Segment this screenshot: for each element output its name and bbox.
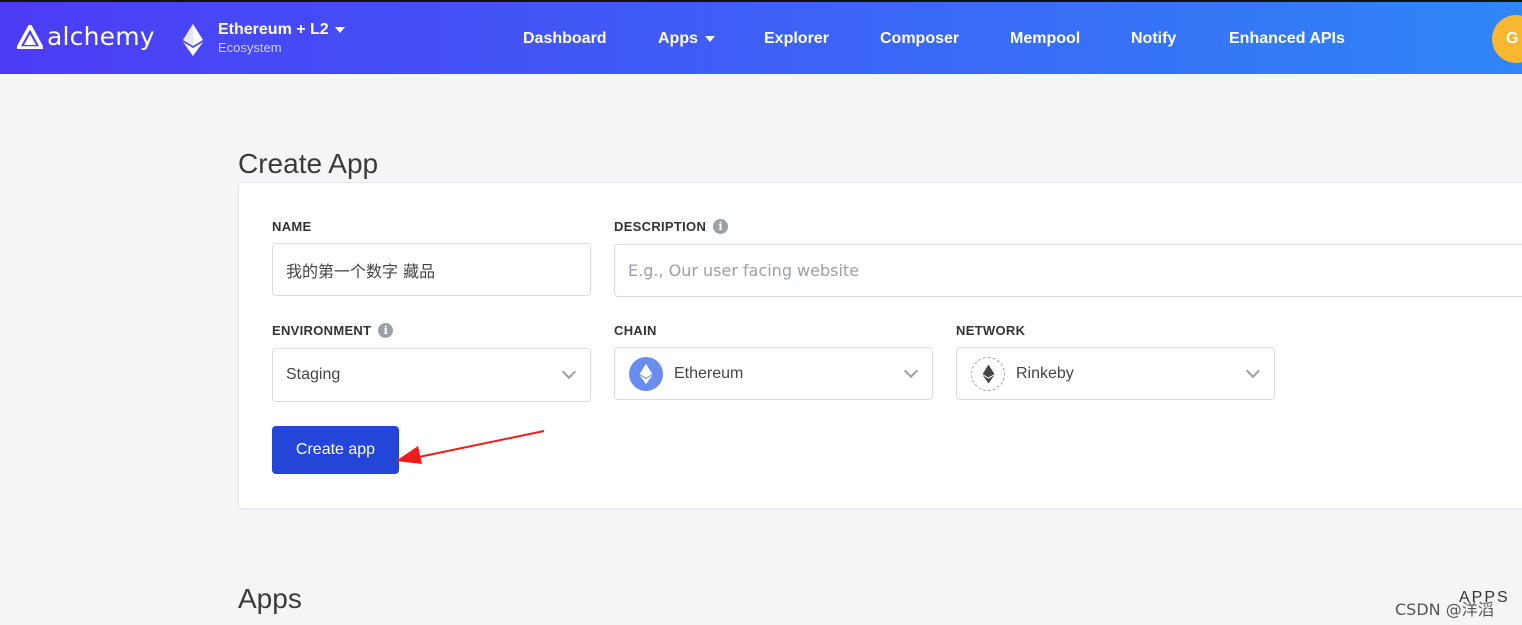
network-value: Rinkeby bbox=[1016, 364, 1074, 382]
chevron-down-icon bbox=[903, 363, 919, 379]
nav-apps-label: Apps bbox=[658, 30, 698, 47]
description-field[interactable] bbox=[614, 244, 1522, 297]
environment-label-group: ENVIRONMENT i bbox=[272, 323, 394, 338]
apps-title: Apps bbox=[238, 583, 302, 614]
nav-apps[interactable]: Apps bbox=[658, 30, 715, 48]
nav-dashboard[interactable]: Dashboard bbox=[523, 30, 607, 48]
ethereum-icon bbox=[183, 24, 203, 56]
nav-notify[interactable]: Notify bbox=[1131, 30, 1176, 48]
chevron-down-icon bbox=[561, 364, 577, 380]
environment-value: Staging bbox=[286, 366, 341, 383]
nav-mempool[interactable]: Mempool bbox=[1010, 30, 1080, 48]
create-app-button[interactable]: Create app bbox=[272, 426, 399, 474]
create-app-title: Create App bbox=[238, 148, 379, 179]
network-label: NETWORK bbox=[956, 323, 1026, 338]
ethereum-icon bbox=[629, 356, 663, 391]
description-label-group: DESCRIPTION i bbox=[614, 219, 729, 234]
annotation-arrow-icon bbox=[396, 430, 545, 464]
ethereum-icon bbox=[971, 356, 1005, 391]
ecosystem-title: Ethereum + L2 bbox=[218, 21, 329, 38]
network-select[interactable]: Rinkeby bbox=[956, 347, 1275, 400]
name-input[interactable] bbox=[286, 244, 590, 295]
chain-label: CHAIN bbox=[614, 323, 657, 338]
ecosystem-selector[interactable]: Ethereum + L2 Ecosystem bbox=[182, 22, 345, 56]
chain-value: Ethereum bbox=[674, 364, 744, 382]
caret-down-icon bbox=[705, 36, 715, 42]
info-icon[interactable]: i bbox=[713, 219, 729, 234]
chain-select[interactable]: Ethereum bbox=[614, 347, 933, 400]
nav-composer[interactable]: Composer bbox=[880, 30, 959, 48]
ecosystem-subtitle: Ecosystem bbox=[218, 40, 282, 55]
name-field[interactable] bbox=[272, 243, 591, 296]
info-icon[interactable]: i bbox=[378, 323, 394, 338]
nav-explorer[interactable]: Explorer bbox=[764, 30, 829, 48]
logo-text: alchemy bbox=[47, 22, 155, 51]
top-nav-bar: alchemy Ethereum + L2 Ecosystem Dashboar… bbox=[0, 0, 1522, 74]
environment-select[interactable]: Staging bbox=[272, 348, 591, 402]
nav-enhanced-apis[interactable]: Enhanced APIs bbox=[1229, 30, 1345, 48]
caret-down-icon bbox=[334, 27, 345, 33]
alchemy-logo[interactable]: alchemy bbox=[17, 22, 155, 51]
name-label: NAME bbox=[272, 219, 312, 234]
chevron-down-icon bbox=[1245, 363, 1261, 379]
user-avatar[interactable]: G bbox=[1492, 15, 1522, 63]
environment-label: ENVIRONMENT bbox=[272, 323, 372, 338]
alchemy-logo-icon bbox=[17, 24, 43, 49]
description-input[interactable] bbox=[628, 245, 1522, 296]
csdn-watermark: CSDN @洋滔 bbox=[1395, 600, 1494, 619]
description-label: DESCRIPTION bbox=[614, 219, 707, 234]
